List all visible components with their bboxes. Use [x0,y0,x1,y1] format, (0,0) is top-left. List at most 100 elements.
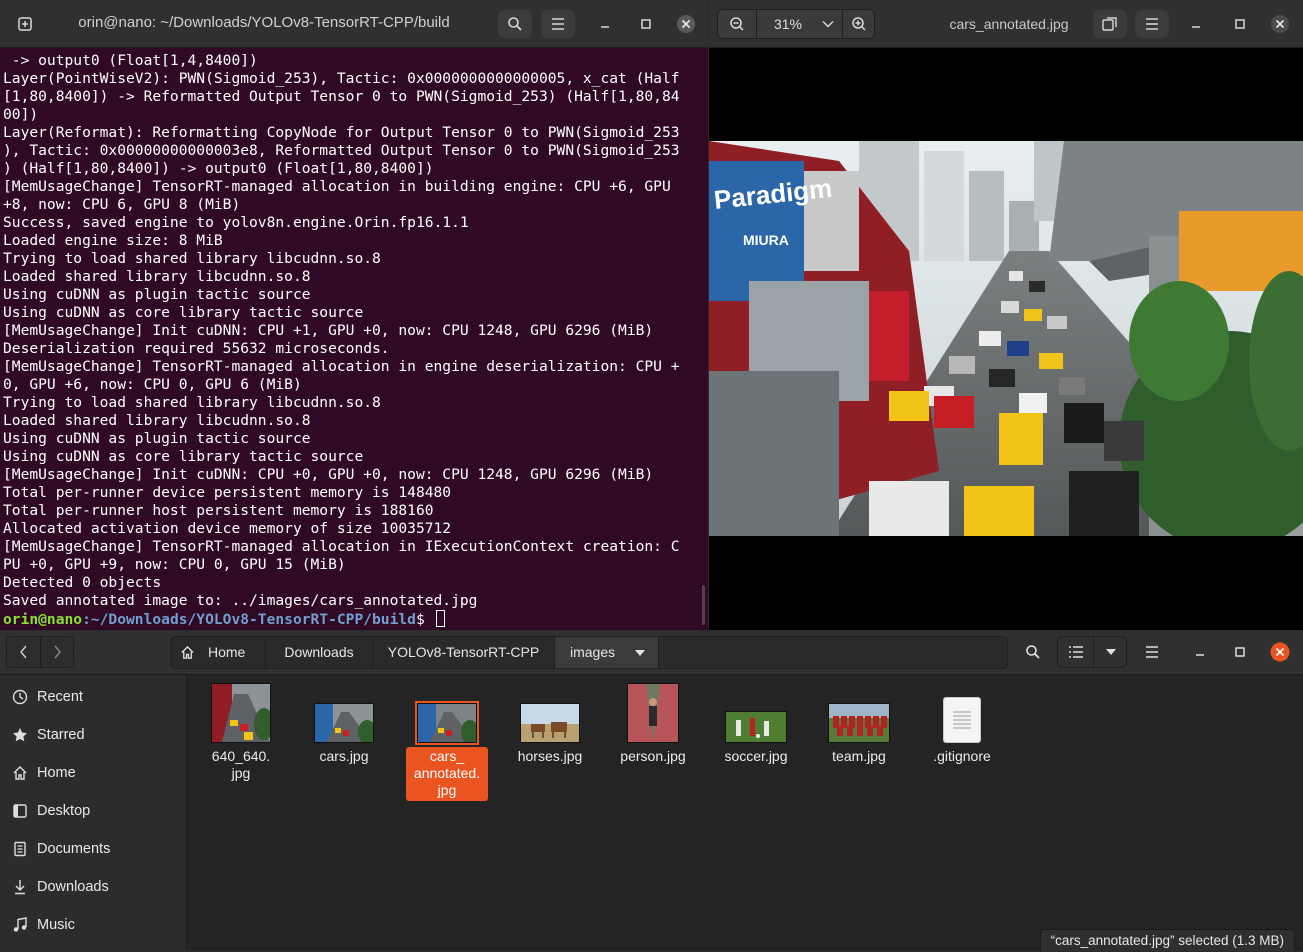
terminal-line: Using cuDNN as core library tactic sourc… [3,304,364,321]
caret-down-icon [635,650,645,656]
zoom-out-icon [730,17,744,31]
terminal-close-button[interactable] [669,10,703,38]
desktop-icon [11,802,29,820]
zoom-level[interactable]: 31% [762,16,814,32]
list-view-button[interactable] [1058,637,1093,667]
sidebar-item-label: Starred [37,727,85,743]
sidebar-item-music[interactable]: Music [0,906,186,944]
terminal-maximize-button[interactable] [629,10,663,38]
viewer-menu-button[interactable] [1135,10,1169,38]
terminal-window[interactable]: orin@nano: ~/Downloads/YOLOv8-TensorRT-C… [0,0,708,630]
file-team-jpg[interactable]: team.jpg [818,683,900,767]
terminal-menu-button[interactable] [541,10,575,38]
sidebar-item-home[interactable]: Home [0,754,186,792]
sidebar-item-documents[interactable]: Documents [0,830,186,868]
chevron-left-icon [20,645,27,659]
file-name: person.jpg [620,748,686,764]
sidebar-item-downloads[interactable]: Downloads [0,868,186,906]
terminal-line: +8, now: CPU 6, GPU 8 (MiB) [3,196,241,213]
files-search-button[interactable] [1015,636,1051,668]
terminal-scrollbar[interactable] [702,585,705,625]
maximize-icon [1235,19,1245,29]
breadcrumb-images[interactable]: images [555,637,659,668]
prompt-user: orin@nano [3,611,83,628]
files-close-button[interactable] [1266,636,1294,668]
viewer-gallery-button[interactable] [1093,10,1127,38]
sidebar-item-label: Recent [37,689,83,705]
terminal-line: Loaded shared library libcudnn.so.8 [3,268,311,285]
image-viewer-window[interactable]: 31% cars_annotated.jpg Paradigm MIURA [709,0,1303,630]
terminal-line: Success, saved engine to yolov8n.engine.… [3,214,469,231]
file-soccer-jpg[interactable]: soccer.jpg [715,683,797,767]
caret-down-icon [1105,649,1116,655]
viewer-maximize-button[interactable] [1223,10,1257,38]
terminal-output[interactable]: -> output0 (Float[1,4,8400]) Layer(PointW… [3,52,703,628]
view-options-group [1057,636,1127,668]
terminal-prompt[interactable]: orin@nano:~/Downloads/YOLOv8-TensorRT-CP… [3,610,703,628]
zoom-in-button[interactable] [844,10,874,38]
file-grid[interactable]: 640_640. jpg cars.jpg cars_ annotated. j… [187,675,1303,951]
terminal-line: Loaded shared library libcudnn.so.8 [3,412,311,429]
minimize-icon [1196,654,1204,656]
terminal-minimize-button[interactable] [588,10,622,38]
forward-button[interactable] [49,644,65,660]
file-name: soccer.jpg [724,748,788,764]
file-name: cars_ annotated. jpg [406,747,488,801]
file-horses-jpg[interactable]: horses.jpg [509,683,591,767]
close-icon [1271,15,1289,33]
breadcrumb-home[interactable]: Home [171,637,266,668]
terminal-search-button[interactable] [498,10,532,38]
sidebar-item-label: Documents [37,841,111,857]
viewer-titlebar[interactable]: 31% cars_annotated.jpg [709,0,1303,48]
star-icon [11,726,29,744]
places-sidebar: Recent Starred Home Desktop Documents Do… [0,675,187,951]
file-640-640-jpg[interactable]: 640_640. jpg [200,683,282,784]
new-tab-button[interactable] [8,10,42,38]
file-thumbnail [627,683,679,743]
prompt-symbol: $ [415,611,434,628]
terminal-line: [MemUsageChange] Init cuDNN: CPU +0, GPU… [3,466,654,483]
zoom-out-button[interactable] [720,10,754,38]
text-file-icon [943,697,981,743]
terminal-line: -> output0 (Float[1,4,8400]) [3,52,258,69]
files-menu-button[interactable] [1134,636,1170,668]
hamburger-menu-icon [552,18,564,30]
file-gitignore[interactable]: .gitignore [921,683,1003,767]
maximize-icon [1235,647,1245,657]
file-manager-window[interactable]: Home Downloads YOLOv8-TensorRT-CPP image… [0,631,1303,951]
new-tab-icon [18,17,32,31]
gallery-icon [1102,17,1117,31]
viewer-close-button[interactable] [1263,10,1297,38]
file-thumbnail [828,703,890,743]
breadcrumb-downloads[interactable]: Downloads [266,637,373,668]
sidebar-item-recent[interactable]: Recent [0,678,186,716]
list-view-icon [1068,646,1083,658]
back-button[interactable] [16,644,32,660]
files-minimize-button[interactable] [1186,636,1214,668]
terminal-line: Using cuDNN as plugin tactic source [3,286,311,303]
street-traffic-photo[interactable]: Paradigm MIURA [709,141,1303,536]
file-cars-annotated-jpg[interactable]: cars_ annotated. jpg [406,683,488,801]
file-cars-jpg[interactable]: cars.jpg [303,683,385,767]
terminal-line: 00]) [3,106,39,123]
breadcrumb-yolov8[interactable]: YOLOv8-TensorRT-CPP [373,637,555,668]
files-maximize-button[interactable] [1226,636,1254,668]
sidebar-item-label: Home [37,765,76,781]
viewer-minimize-button[interactable] [1179,10,1213,38]
search-icon [508,17,522,31]
sidebar-item-desktop[interactable]: Desktop [0,792,186,830]
prompt-path: :~/Downloads/YOLOv8-TensorRT-CPP/build [82,611,416,628]
view-dropdown-button[interactable] [1094,637,1127,667]
terminal-titlebar[interactable]: orin@nano: ~/Downloads/YOLOv8-TensorRT-C… [0,0,708,48]
hamburger-menu-icon [1146,18,1158,30]
sidebar-item-starred[interactable]: Starred [0,716,186,754]
path-bar: Home Downloads YOLOv8-TensorRT-CPP image… [170,636,1008,669]
terminal-line: ), Tactic: 0x00000000000003e8, Reformatt… [3,142,680,159]
terminal-line: ) (Half[1,80,8400]) -> output0 (Float[1,… [3,160,434,177]
home-icon [181,645,194,659]
file-person-jpg[interactable]: person.jpg [612,683,694,767]
terminal-line: Total per-runner device persistent memor… [3,484,452,501]
file-manager-headerbar[interactable]: Home Downloads YOLOv8-TensorRT-CPP image… [0,631,1303,675]
zoom-dropdown-button[interactable] [816,10,840,38]
breadcrumb-label: images [570,644,616,660]
